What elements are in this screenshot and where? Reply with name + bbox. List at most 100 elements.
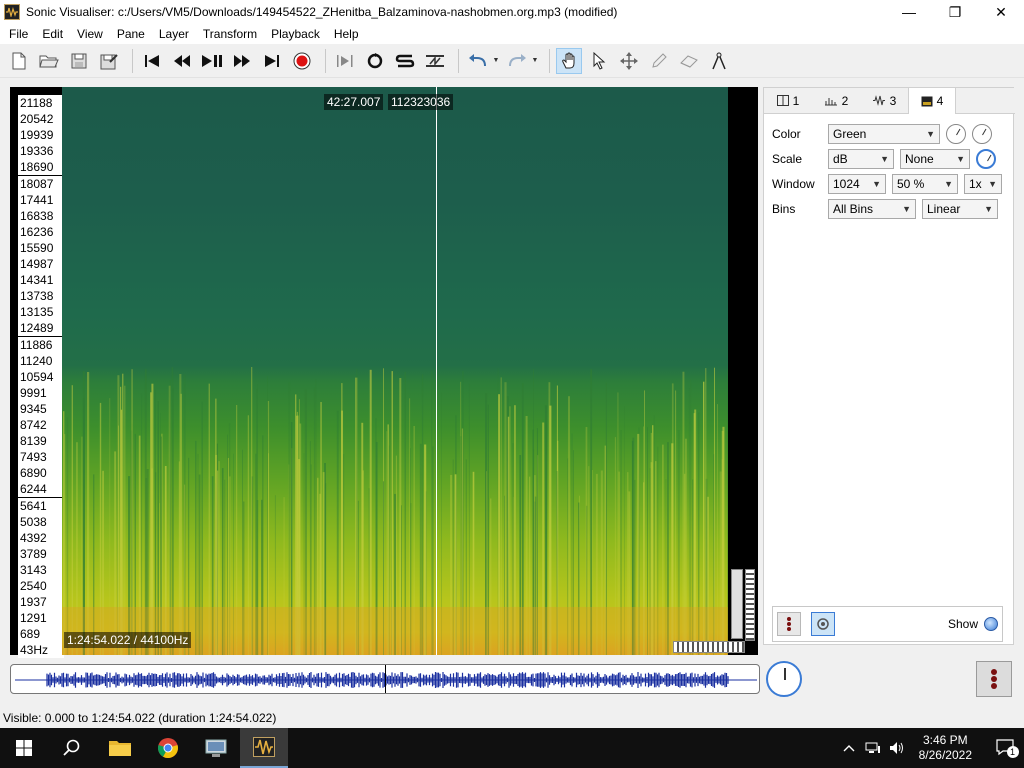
network-app-button[interactable] xyxy=(192,728,240,768)
align-button[interactable] xyxy=(422,48,448,74)
frequency-tick-label: 7493 xyxy=(18,449,64,466)
search-icon xyxy=(63,739,80,756)
frequency-tick-label: 18087 xyxy=(18,175,64,192)
menu-edit[interactable]: Edit xyxy=(35,24,70,44)
layer-properties-panel: 1 2 3 4 Color Green ▼ Scale dB ▼ None ▼ xyxy=(763,87,1015,645)
frequency-tick-label: 13738 xyxy=(18,288,64,305)
save-button[interactable] xyxy=(66,48,92,74)
start-button[interactable] xyxy=(0,728,48,768)
move-tool-button[interactable] xyxy=(616,48,642,74)
close-button[interactable]: ✕ xyxy=(978,0,1024,24)
threshold-dial[interactable] xyxy=(976,149,996,169)
color-select[interactable]: Green ▼ xyxy=(828,124,940,144)
play-layer-button[interactable] xyxy=(811,612,835,636)
save-as-icon xyxy=(100,53,118,69)
frequency-tick-label: 17441 xyxy=(18,191,64,208)
frequency-scale-select[interactable]: Linear ▼ xyxy=(922,199,998,219)
rewind-button[interactable] xyxy=(169,48,195,74)
undo-dropdown[interactable]: ▼ xyxy=(492,48,500,74)
scale-select[interactable]: dB ▼ xyxy=(828,149,894,169)
menu-pane[interactable]: Pane xyxy=(110,24,152,44)
minimize-button[interactable]: — xyxy=(886,0,932,24)
save-as-button[interactable] xyxy=(96,48,122,74)
layer-color-button[interactable] xyxy=(777,612,801,636)
record-button[interactable] xyxy=(289,48,315,74)
bin-display-select[interactable]: All Bins ▼ xyxy=(828,199,916,219)
waveform-icon xyxy=(872,95,885,106)
windows-logo-icon xyxy=(16,740,32,756)
menu-transform[interactable]: Transform xyxy=(196,24,264,44)
tab-layer-4[interactable]: 4 xyxy=(908,87,956,114)
oversampling-select[interactable]: 1x ▼ xyxy=(964,174,1002,194)
network-icon[interactable] xyxy=(861,728,885,768)
toolbar-separator xyxy=(325,48,326,73)
taskbar-clock[interactable]: 3:46 PM 8/26/2022 xyxy=(919,733,972,763)
playback-cursor[interactable] xyxy=(436,87,437,655)
solo-button[interactable] xyxy=(392,48,418,74)
draw-tool-button[interactable] xyxy=(646,48,672,74)
search-button[interactable] xyxy=(48,728,96,768)
spectrogram-icon xyxy=(921,96,933,106)
redo-button[interactable] xyxy=(504,48,530,74)
chrome-button[interactable] xyxy=(144,728,192,768)
play-pause-button[interactable] xyxy=(199,48,225,74)
select-tool-button[interactable] xyxy=(586,48,612,74)
ruler-icon xyxy=(824,98,837,106)
play-selection-button[interactable] xyxy=(332,48,358,74)
chevron-down-icon: ▼ xyxy=(880,154,889,164)
frequency-scale-value: Linear xyxy=(927,202,961,216)
menu-view[interactable]: View xyxy=(70,24,110,44)
tab-label: 3 xyxy=(889,93,897,108)
tab-layer-3[interactable]: 3 xyxy=(860,88,908,113)
fast-forward-button[interactable] xyxy=(229,48,255,74)
window-overlap-value: 50 % xyxy=(897,177,925,191)
color-row: Color Green ▼ xyxy=(772,124,998,144)
gain-dial[interactable] xyxy=(972,124,992,144)
menu-layer[interactable]: Layer xyxy=(152,24,196,44)
color-label: Color xyxy=(772,127,801,141)
rewind-start-button[interactable] xyxy=(139,48,165,74)
window-size-select[interactable]: 1024 ▼ xyxy=(828,174,886,194)
open-button[interactable] xyxy=(36,48,62,74)
window-overlap-select[interactable]: 50 % ▼ xyxy=(892,174,958,194)
vertical-zoom-wheel[interactable] xyxy=(745,569,755,641)
frequency-tick-label: 20542 xyxy=(18,111,64,128)
chevron-up-icon[interactable] xyxy=(837,728,861,768)
menu-playback[interactable]: Playback xyxy=(264,24,327,44)
navigate-tool-button[interactable] xyxy=(556,47,582,74)
vertical-zoom-thumb[interactable] xyxy=(731,569,743,639)
tab-pane-1[interactable]: 1 xyxy=(764,88,812,113)
sonic-visualiser-taskbar-button[interactable] xyxy=(240,728,288,768)
frequency-tick-label: 689 xyxy=(18,626,64,643)
frequency-tick-label: 5038 xyxy=(18,513,64,530)
frequency-tick-label: 43Hz xyxy=(18,642,64,659)
redo-dropdown[interactable]: ▼ xyxy=(531,48,539,74)
menu-file[interactable]: File xyxy=(2,24,35,44)
color-select-value: Green xyxy=(833,127,867,141)
horizontal-zoom-wheel[interactable] xyxy=(673,641,745,653)
playback-speed-dial[interactable] xyxy=(766,661,802,697)
new-session-button[interactable] xyxy=(6,48,32,74)
overview-waveform[interactable] xyxy=(10,664,760,694)
normalize-select[interactable]: None ▼ xyxy=(900,149,970,169)
spectrogram-view[interactable]: 42:27.007 112323036 1:24:54.022 / 44100H… xyxy=(62,87,728,655)
toolbar: ▼ ▼ xyxy=(0,44,1024,78)
erase-tool-button[interactable] xyxy=(676,48,702,74)
frequency-tick-label: 6890 xyxy=(18,465,64,482)
file-explorer-button[interactable] xyxy=(96,728,144,768)
notifications-button[interactable]: 1 xyxy=(990,728,1024,768)
spectrogram-pane[interactable]: 21188 20542 19939 19336 18690 18087 17441 16838… xyxy=(10,87,758,659)
fast-forward-icon xyxy=(234,54,250,67)
loop-button[interactable] xyxy=(362,48,388,74)
maximize-button[interactable]: ❐ xyxy=(932,0,978,24)
playback-options-button[interactable] xyxy=(976,661,1012,697)
measure-tool-button[interactable] xyxy=(706,48,732,74)
volume-icon[interactable] xyxy=(885,728,909,768)
show-layer-toggle[interactable] xyxy=(984,617,998,631)
ffwd-end-button[interactable] xyxy=(259,48,285,74)
overview-cursor[interactable] xyxy=(385,665,386,693)
tab-layer-2[interactable]: 2 xyxy=(812,88,860,113)
color-rotation-dial[interactable] xyxy=(946,124,966,144)
undo-button[interactable] xyxy=(465,48,491,74)
menu-help[interactable]: Help xyxy=(327,24,366,44)
